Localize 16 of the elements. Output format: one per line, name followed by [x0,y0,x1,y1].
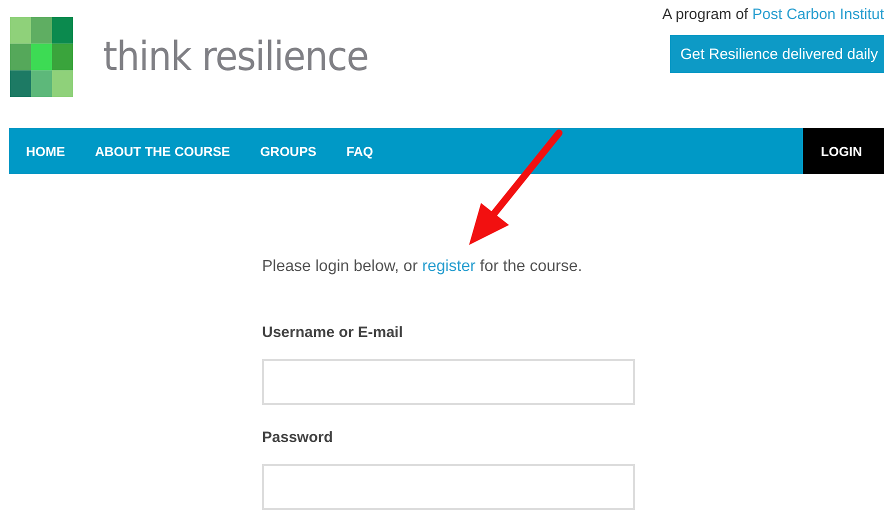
nav-link[interactable]: GROUPS [245,128,332,174]
logo-icon [10,17,73,97]
subscribe-button[interactable]: Get Resilience delivered daily [670,35,884,73]
nav-link[interactable]: ABOUT THE COURSE [80,128,246,174]
field-label: Password [262,429,334,446]
nav-link[interactable]: HOME [9,128,80,174]
logo-text: think resilience [103,34,368,80]
intro-text: Please login below, or register for the course. [262,258,584,276]
field-label: Username or E-mail [262,324,404,341]
input-field[interactable] [262,359,635,405]
nav-link[interactable]: FAQ [331,128,388,174]
register-link[interactable]: register [422,258,476,275]
post-carbon-link[interactable]: Post Carbon Institut [752,6,884,23]
nav-link[interactable]: LOGIN [802,128,884,174]
program-note: A program of Post Carbon Institut [662,6,884,23]
input-field[interactable] [262,464,635,510]
